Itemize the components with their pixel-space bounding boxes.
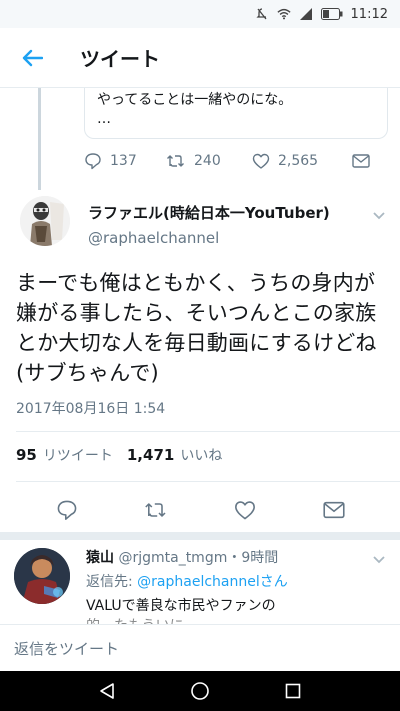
- nav-recents-button[interactable]: [278, 676, 308, 706]
- system-nav-bar: [0, 671, 400, 711]
- reply-handle: @rjgmta_tmgm: [118, 550, 228, 566]
- reply-text: VALUで善良な市民やファンの: [86, 598, 276, 614]
- retweet-count: 240: [194, 153, 221, 169]
- reply-count: 137: [110, 153, 137, 169]
- like-count-value[interactable]: 1,471: [127, 446, 174, 464]
- reply-menu-button[interactable]: [372, 550, 386, 569]
- reply-button[interactable]: 137: [84, 152, 166, 170]
- back-button[interactable]: [0, 28, 64, 88]
- quoted-tweet-card[interactable]: やってることは一緒やのにな。 …: [84, 88, 388, 139]
- reply-time: 9時間: [241, 550, 279, 566]
- like-count-label[interactable]: いいね: [180, 445, 222, 465]
- retweet-count-value[interactable]: 95: [16, 446, 37, 464]
- tweet-timestamp: 2017年08月16日 1:54: [16, 401, 166, 417]
- meta-separator: ・: [227, 550, 242, 566]
- main-tweet-author[interactable]: ラファエル(時給日本一YouTuber) @raphaelchannel: [88, 203, 330, 249]
- tweet-stats: 95 リツイート 1,471 いいね: [16, 444, 236, 466]
- nav-back-button[interactable]: [92, 676, 122, 706]
- reply-to-line: 返信先: @raphaelchannelさん: [86, 572, 288, 592]
- tweet-menu-button[interactable]: [372, 206, 386, 225]
- quoted-tweet-text: やってることは一緒やのにな。: [97, 92, 293, 108]
- display-name: ラファエル(時給日本一YouTuber): [88, 204, 330, 222]
- reply-to-label: 返信先:: [86, 574, 133, 590]
- reply-icon: [85, 153, 101, 170]
- message-button[interactable]: [352, 154, 370, 168]
- like-count: 2,565: [278, 153, 319, 169]
- divider: [16, 431, 400, 432]
- reply-placeholder: 返信をツイート: [14, 639, 120, 658]
- reply-author[interactable]: 猿山 @rjgmta_tmgm・9時間: [86, 548, 278, 568]
- status-bar: 11:12: [0, 0, 400, 28]
- triangle-back-icon: [99, 683, 114, 699]
- circle-home-icon: [191, 682, 209, 700]
- main-tweet-actions: [0, 490, 400, 530]
- reply-display-name: 猿山: [86, 550, 114, 566]
- heart-icon: [252, 153, 270, 169]
- avatar[interactable]: [20, 196, 70, 246]
- status-time: 11:12: [350, 6, 388, 22]
- main-reply-button[interactable]: [47, 490, 87, 530]
- arrow-left-icon: [22, 49, 43, 66]
- quoted-tweet-actions: 137 240 2,565: [84, 148, 384, 174]
- square-recents-icon: [286, 683, 301, 699]
- retweet-icon: [167, 155, 184, 167]
- like-button[interactable]: 2,565: [252, 153, 352, 169]
- chevron-down-icon: [373, 212, 385, 220]
- signal-icon: [299, 7, 313, 21]
- quoted-tweet-ellipsis: …: [97, 111, 111, 127]
- user-handle: @raphaelchannel: [88, 229, 220, 247]
- retweet-button[interactable]: 240: [166, 153, 252, 169]
- character-avatar-icon: [14, 548, 70, 604]
- thread-line: [38, 88, 41, 190]
- main-message-button[interactable]: [314, 490, 354, 530]
- envelope-icon: [322, 501, 345, 519]
- mute-icon: [255, 7, 269, 21]
- tweet-text: まーでも俺はともかく、うちの身内が嫌がる事したら、そいつんとこの家族とか大切な人…: [16, 271, 377, 385]
- retweet-icon: [144, 503, 166, 517]
- chevron-down-icon: [373, 556, 385, 564]
- heart-icon: [234, 501, 255, 520]
- envelope-icon: [352, 154, 370, 168]
- reply-avatar[interactable]: [14, 548, 70, 604]
- main-retweet-button[interactable]: [136, 490, 176, 530]
- wifi-icon: [276, 7, 291, 21]
- divider: [16, 481, 400, 482]
- retweet-count-label[interactable]: リツイート: [43, 445, 113, 465]
- page-title: ツイート: [80, 47, 160, 71]
- reply-to-mention[interactable]: @raphaelchannelさん: [137, 574, 288, 590]
- masked-man-avatar-icon: [20, 196, 70, 246]
- main-like-button[interactable]: [225, 490, 265, 530]
- app-header: ツイート: [0, 28, 400, 88]
- battery-icon: [320, 7, 343, 21]
- section-separator: [0, 532, 400, 540]
- reply-icon: [57, 500, 76, 520]
- nav-home-button[interactable]: [185, 676, 215, 706]
- reply-composer[interactable]: 返信をツイート: [0, 624, 400, 671]
